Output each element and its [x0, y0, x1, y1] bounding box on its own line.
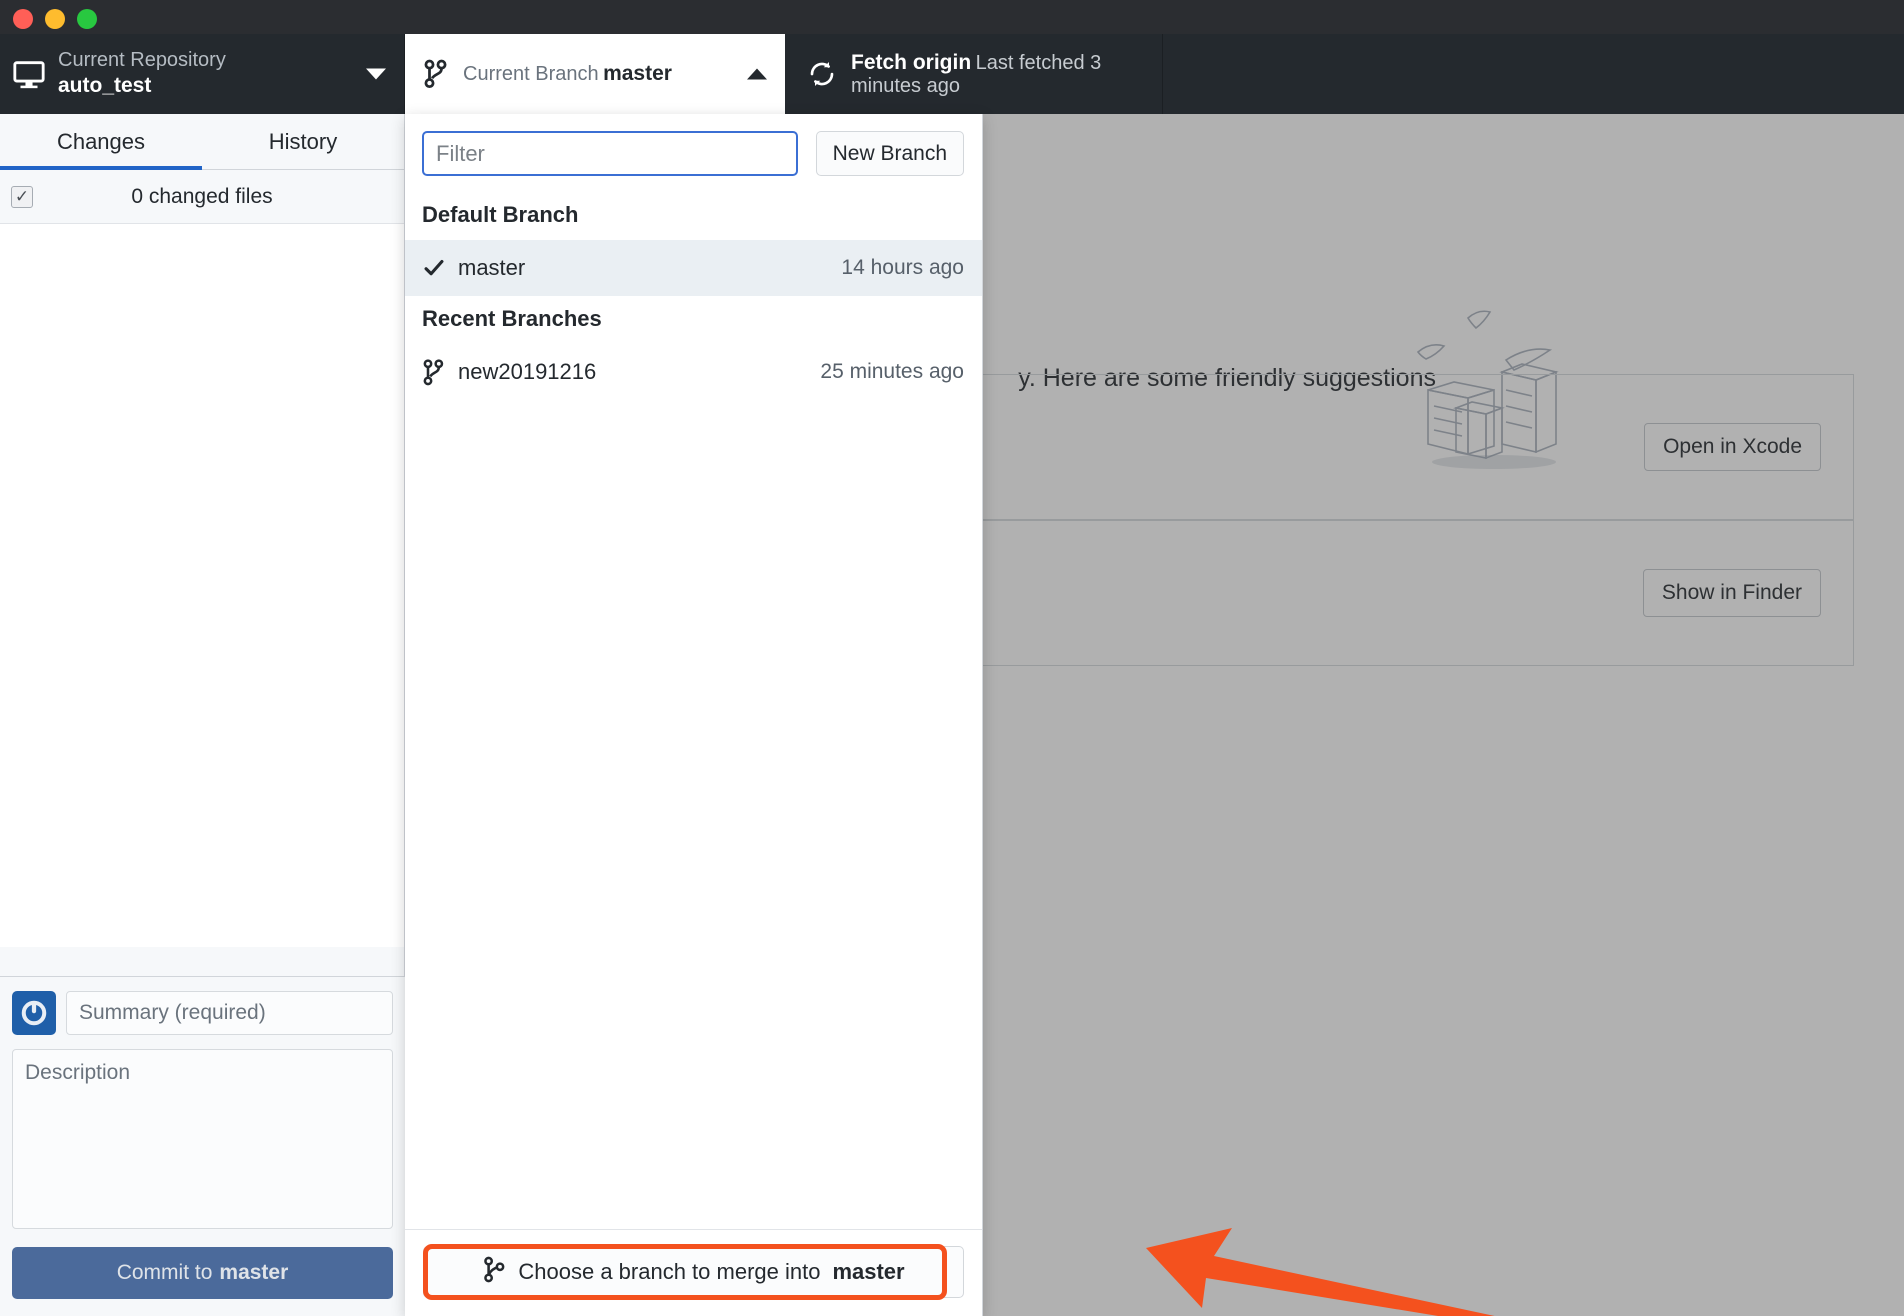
- changed-files-count: 0 changed files: [131, 184, 273, 208]
- app-toolbar: Current Repository auto_test Current Bra…: [0, 34, 1904, 114]
- branch-last-commit-time: 14 hours ago: [841, 256, 964, 279]
- branch-filter-row: Filter New Branch: [405, 114, 982, 192]
- branch-name: new20191216: [458, 359, 597, 384]
- close-window-button[interactable]: [13, 9, 33, 29]
- current-repository-name: auto_test: [58, 74, 152, 98]
- commit-button-branch: master: [219, 1261, 289, 1284]
- commit-summary-input[interactable]: Summary (required): [66, 991, 393, 1035]
- commit-summary-row: Summary (required): [12, 991, 393, 1035]
- branch-list-empty-space: [405, 400, 982, 1229]
- changed-files-header: ✓ 0 changed files: [0, 170, 404, 224]
- branch-filter-input[interactable]: Filter: [422, 131, 798, 176]
- branch-dropdown-panel: Filter New Branch Default Branch master …: [405, 114, 983, 1316]
- toolbar-empty-space: [1163, 34, 1904, 114]
- changes-sidebar: Changes History ✓ 0 changed files Summar…: [0, 114, 405, 1316]
- tab-changes-label: Changes: [56, 128, 146, 154]
- desktop-monitor-icon: [12, 57, 46, 91]
- tab-history-label: History: [268, 128, 338, 154]
- changed-files-list: [0, 224, 404, 947]
- branch-list-item-new20191216[interactable]: new20191216 25 minutes ago: [405, 344, 982, 400]
- maximize-window-button[interactable]: [77, 9, 97, 29]
- chevron-down-icon: [366, 68, 386, 80]
- default-branch-group-header: Default Branch: [422, 202, 579, 227]
- fetch-origin-button[interactable]: Fetch origin Last fetched 3 minutes ago: [785, 34, 1163, 114]
- sync-icon: [807, 59, 837, 89]
- show-in-finder-button[interactable]: Show in Finder: [1642, 569, 1821, 617]
- tab-history[interactable]: History: [202, 114, 404, 169]
- check-icon: [422, 256, 452, 280]
- commit-button-prefix: Commit to: [116, 1261, 213, 1284]
- merge-button-branch: master: [832, 1259, 905, 1284]
- git-merge-icon: [482, 1256, 506, 1289]
- window-traffic-lights: [13, 9, 97, 29]
- current-branch-label: Current Branch: [463, 63, 599, 85]
- current-repository-button[interactable]: Current Repository auto_test: [0, 34, 405, 114]
- minimize-window-button[interactable]: [45, 9, 65, 29]
- open-in-xcode-button[interactable]: Open in Xcode: [1644, 423, 1821, 471]
- git-branch-icon: [423, 59, 449, 89]
- commit-to-branch-button[interactable]: Commit to master: [12, 1247, 393, 1299]
- new-branch-button[interactable]: New Branch: [815, 131, 964, 176]
- current-branch-name: master: [603, 62, 672, 85]
- current-branch-button[interactable]: Current Branch master: [405, 34, 785, 114]
- fetch-origin-title: Fetch origin: [851, 50, 972, 74]
- sidebar-tabs: Changes History: [0, 114, 404, 170]
- chevron-up-icon: [747, 68, 767, 80]
- commit-form: Summary (required) Description Commit to…: [0, 976, 405, 1316]
- branch-dropdown-footer: Choose a branch to merge into master: [405, 1229, 982, 1316]
- merge-into-branch-button[interactable]: Choose a branch to merge into master: [423, 1246, 964, 1298]
- commit-description-input[interactable]: Description: [12, 1049, 393, 1229]
- branch-name: master: [458, 255, 526, 280]
- git-branch-icon: [422, 358, 452, 386]
- merge-button-prefix: Choose a branch to merge into: [518, 1259, 821, 1284]
- branch-list-item-master[interactable]: master 14 hours ago: [405, 240, 982, 296]
- recent-branches-group-header: Recent Branches: [422, 306, 602, 331]
- github-desktop-window: Current Repository auto_test Current Bra…: [0, 0, 1904, 1316]
- title-bar: [0, 0, 1904, 34]
- tab-changes[interactable]: Changes: [0, 114, 202, 170]
- current-repository-label: Current Repository: [58, 49, 226, 72]
- avatar: [12, 991, 56, 1035]
- branch-last-commit-time: 25 minutes ago: [820, 360, 964, 383]
